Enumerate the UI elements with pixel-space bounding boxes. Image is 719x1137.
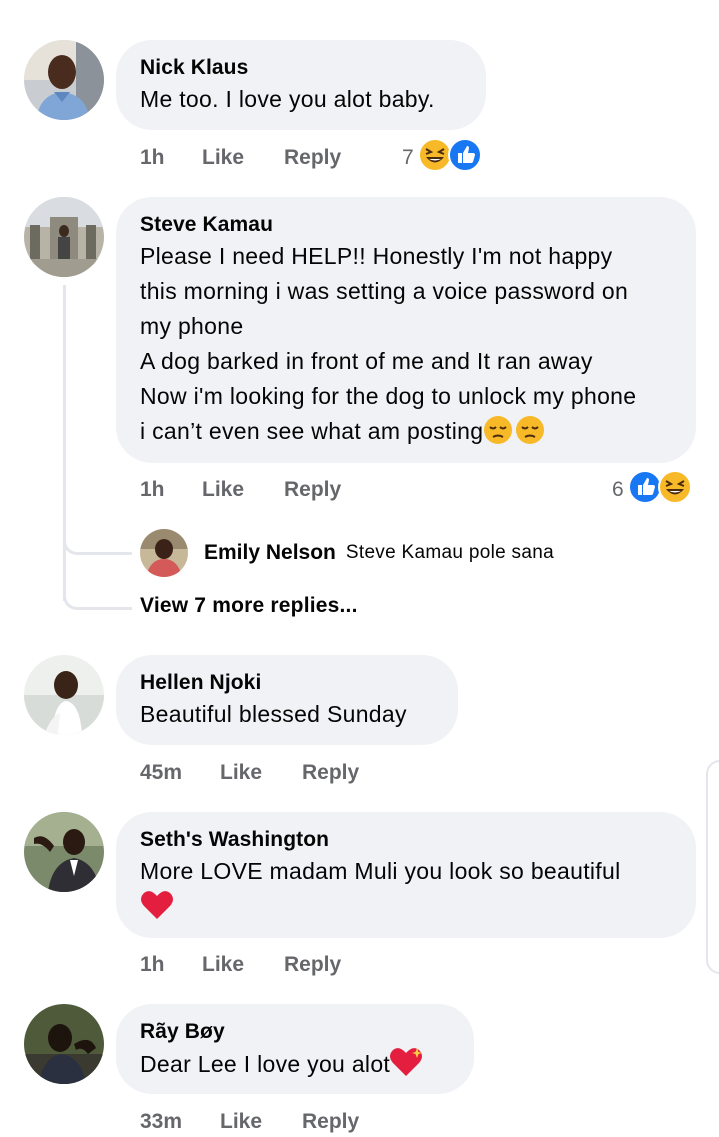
comment-time[interactable]: 1h	[140, 144, 202, 172]
like-icon	[627, 470, 662, 510]
like-button[interactable]: Like	[202, 476, 284, 504]
pensive-face-icon	[515, 415, 545, 455]
avatar-seths-washington[interactable]	[24, 812, 104, 892]
thread-line	[63, 285, 66, 601]
like-icon	[447, 138, 482, 178]
comment-actions: 1h Like Reply	[140, 951, 366, 979]
floating-panel-edge	[706, 760, 719, 974]
comment-text: Me too. I love you alot baby.	[140, 86, 435, 112]
comment-author[interactable]: Rãy Bøy	[140, 1018, 450, 1046]
thread-connector	[63, 520, 132, 555]
reply-author[interactable]: Emily Nelson	[204, 541, 336, 565]
sparkling-heart-icon	[390, 1046, 424, 1088]
reaction-summary[interactable]: 7	[402, 138, 482, 178]
reply-button[interactable]: Reply	[302, 1108, 384, 1136]
comment-time[interactable]: 33m	[140, 1108, 220, 1136]
reply-text: Steve Kamau pole sana	[345, 542, 554, 563]
reply-button[interactable]: Reply	[302, 759, 384, 787]
pensive-face-icon	[483, 415, 513, 455]
like-button[interactable]: Like	[202, 951, 284, 979]
thread-connector	[63, 575, 132, 610]
comment-bubble: Nick Klaus Me too. I love you alot baby.	[116, 40, 486, 130]
comment-text-body: Dear Lee I love you alot	[140, 1051, 391, 1077]
red-heart-icon	[140, 889, 672, 923]
comment-author[interactable]: Hellen Njoki	[140, 669, 434, 697]
haha-icon	[657, 470, 692, 510]
comment-author[interactable]: Seth's Washington	[140, 826, 672, 854]
comment-bubble: Hellen Njoki Beautiful blessed Sunday	[116, 655, 458, 745]
reaction-count: 7	[402, 146, 414, 169]
comment-bubble: Steve Kamau Please I need HELP!! Honestl…	[116, 197, 696, 463]
comment-bubble: Rãy Bøy Dear Lee I love you alot	[116, 1004, 474, 1094]
avatar-steve-kamau[interactable]	[24, 197, 104, 277]
avatar-hellen-njoki[interactable]	[24, 655, 104, 735]
comment-text-body: Please I need HELP!! Honestly I'm not ha…	[140, 243, 637, 444]
comment-time[interactable]: 1h	[140, 951, 202, 979]
comment-time[interactable]: 1h	[140, 476, 202, 504]
avatar-ray-boy[interactable]	[24, 1004, 104, 1084]
like-button[interactable]: Like	[220, 1108, 302, 1136]
comment-text: Beautiful blessed Sunday	[140, 701, 407, 727]
comment-text: More LOVE madam Muli you look so beautif…	[140, 858, 621, 884]
comment-text: Dear Lee I love you alot	[140, 1046, 450, 1088]
view-more-replies-link[interactable]: View 7 more replies...	[140, 594, 358, 618]
reply-preview[interactable]: Emily Nelson Steve Kamau pole sana	[140, 529, 554, 577]
comment-actions: 1h Like Reply	[140, 144, 366, 172]
haha-icon	[417, 138, 452, 178]
reply-button[interactable]: Reply	[284, 144, 366, 172]
comment-actions: 45m Like Reply	[140, 759, 384, 787]
like-button[interactable]: Like	[220, 759, 302, 787]
comment-author[interactable]: Nick Klaus	[140, 54, 462, 82]
comment-author[interactable]: Steve Kamau	[140, 211, 672, 239]
avatar-emily-nelson[interactable]	[140, 529, 188, 577]
comment-text: Please I need HELP!! Honestly I'm not ha…	[140, 239, 672, 455]
avatar-nick-klaus[interactable]	[24, 40, 104, 120]
comment-bubble: Seth's Washington More LOVE madam Muli y…	[116, 812, 696, 938]
comment-time[interactable]: 45m	[140, 759, 220, 787]
comment-actions: 1h Like Reply	[140, 476, 366, 504]
reaction-summary[interactable]: 6	[612, 470, 692, 510]
comment-actions: 33m Like Reply	[140, 1108, 384, 1136]
reaction-count: 6	[612, 478, 624, 501]
reply-button[interactable]: Reply	[284, 951, 366, 979]
reply-button[interactable]: Reply	[284, 476, 366, 504]
like-button[interactable]: Like	[202, 144, 284, 172]
